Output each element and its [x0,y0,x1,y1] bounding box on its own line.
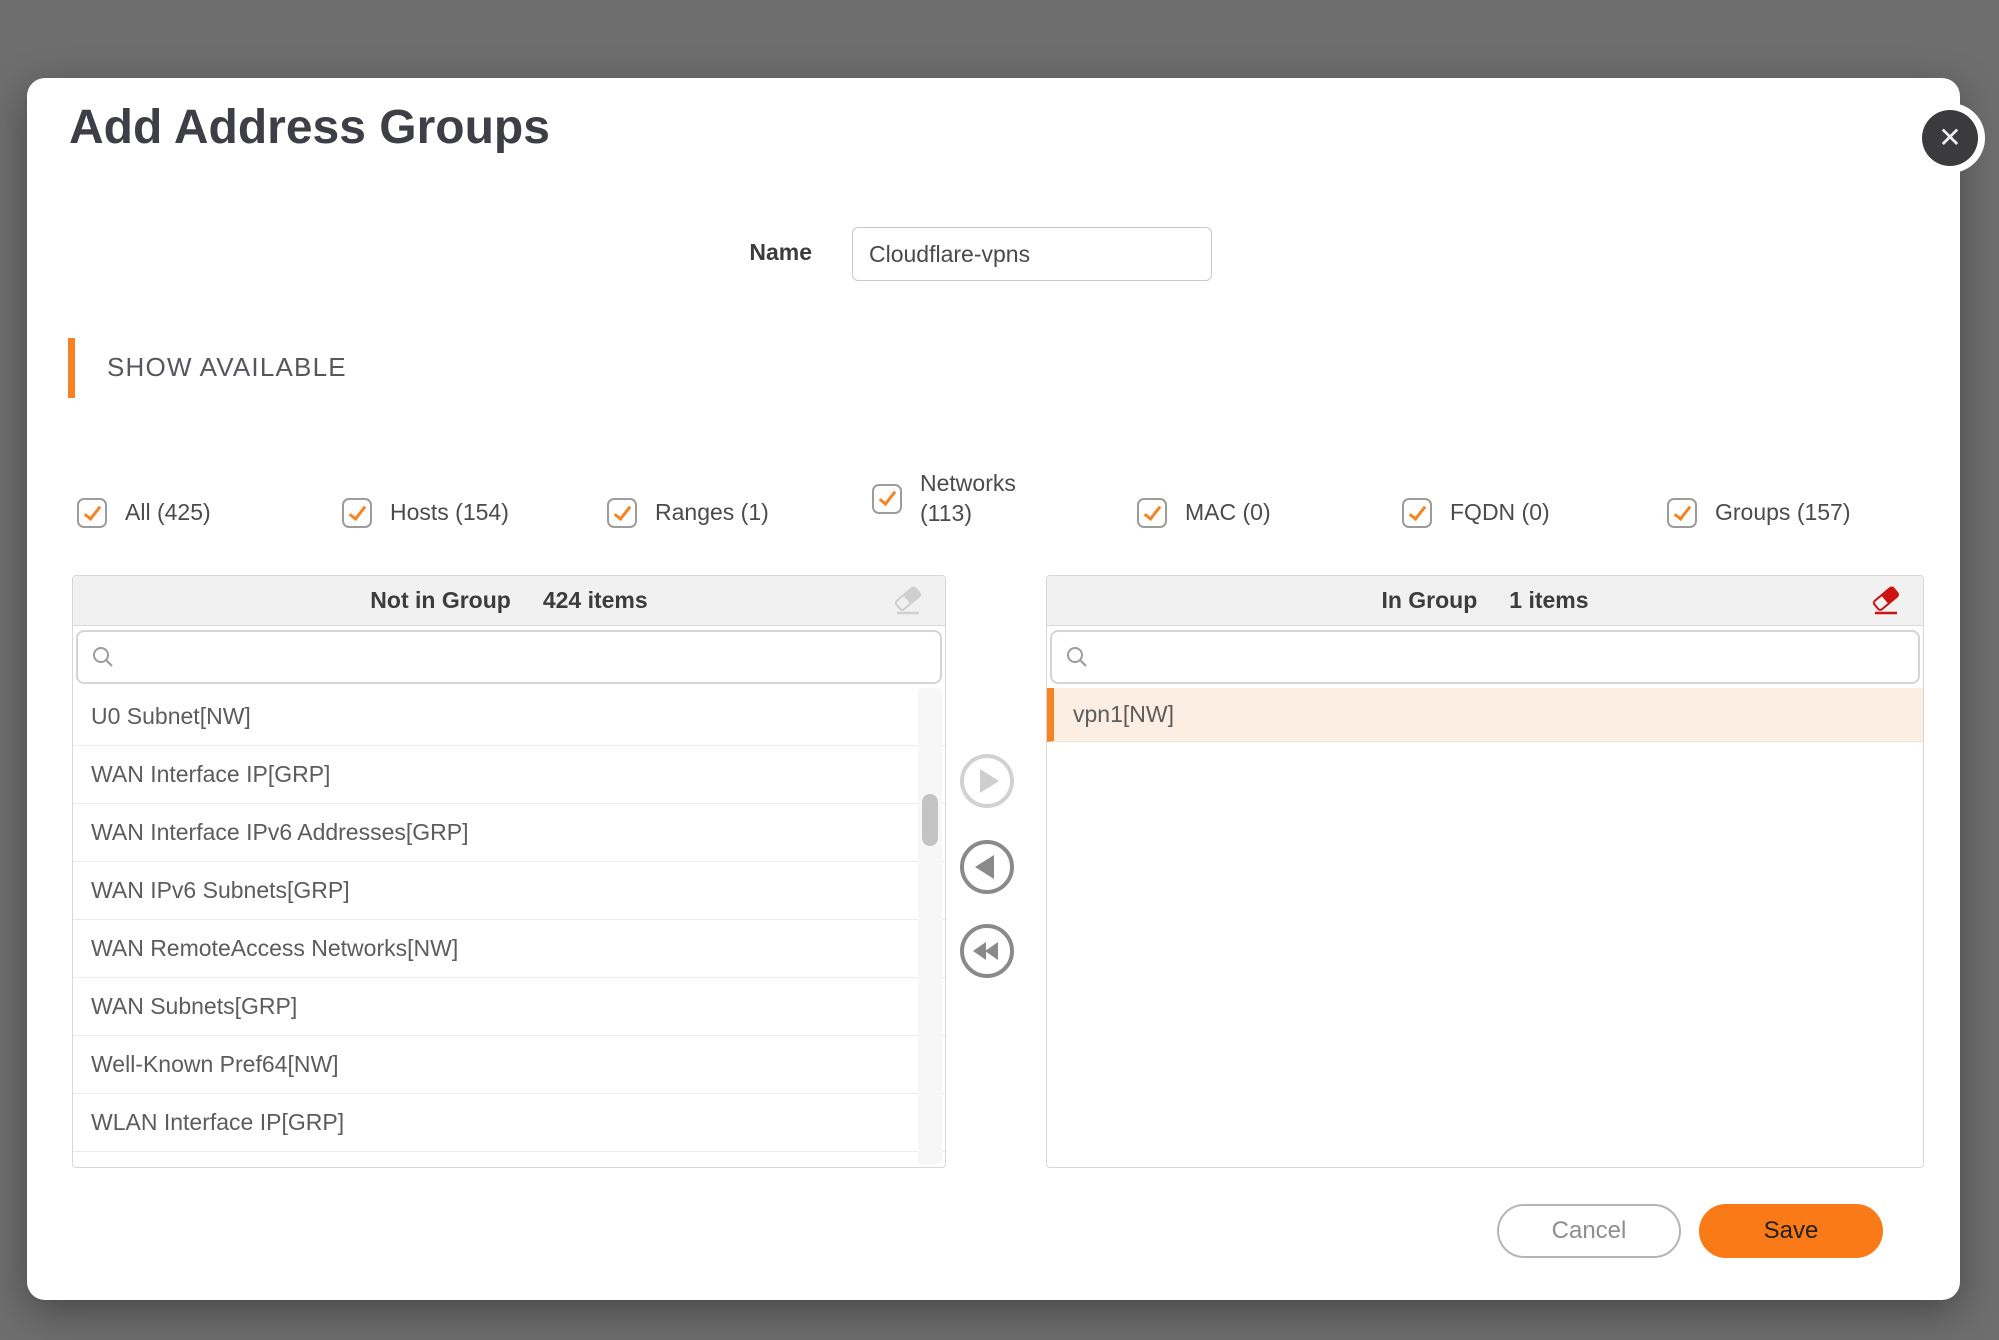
move-all-left-icon [973,942,998,960]
filter-label: Hosts (154) [390,498,509,527]
filter-label: All (425) [125,498,211,527]
not-in-group-panel: Not in Group 424 items [72,575,946,1168]
cancel-button[interactable]: Cancel [1497,1204,1681,1258]
list-item[interactable]: WLAN Interface IP[GRP] [73,1094,945,1152]
section-title: SHOW AVAILABLE [107,352,347,383]
filter-checkbox-item[interactable]: FQDN (0) [1402,498,1667,528]
in-group-search-box [1050,630,1920,684]
checkbox-icon[interactable] [77,498,107,528]
move-all-left-button[interactable] [960,924,1014,978]
filter-checkbox-item[interactable]: MAC (0) [1137,498,1402,528]
checkbox-icon[interactable] [1402,498,1432,528]
checkbox-icon[interactable] [342,498,372,528]
filter-checkbox-item[interactable]: Hosts (154) [342,498,607,528]
in-group-search-input[interactable] [1100,632,1918,682]
search-icon [90,644,116,670]
move-right-icon [980,769,999,793]
filter-row: All (425) Hosts (154) Ranges (1) Network… [77,456,1939,528]
check-mark-icon [348,502,366,521]
in-group-header: In Group 1 items [1047,576,1923,626]
list-item[interactable]: WAN Interface IPv6 Addresses[GRP] [73,804,945,862]
checkbox-icon[interactable] [872,484,902,514]
check-mark-icon [878,487,896,506]
check-mark-icon [83,502,101,521]
in-group-count: 1 items [1509,587,1588,614]
close-icon: ✕ [1922,110,1978,166]
list-item[interactable]: WAN Interface IP[GRP] [73,746,945,804]
checkbox-icon[interactable] [607,498,637,528]
add-address-groups-dialog: Add Address Groups ✕ Name SHOW AVAILABLE… [27,78,1960,1300]
list-item[interactable]: Well-Known Pref64[NW] [73,1036,945,1094]
filter-label: MAC (0) [1185,498,1271,527]
search-icon [1064,644,1090,670]
close-button[interactable]: ✕ [1915,103,1985,173]
list-item[interactable]: WAN Subnets[GRP] [73,978,945,1036]
save-button[interactable]: Save [1699,1204,1883,1258]
eraser-icon [1869,584,1903,618]
list-item[interactable]: WAN RemoteAccess Networks[NW] [73,920,945,978]
in-group-panel: In Group 1 items [1046,575,1924,1168]
filter-label: Ranges (1) [655,498,769,527]
check-mark-icon [1143,502,1161,521]
move-left-button[interactable] [960,840,1014,894]
in-group-list: vpn1[NW] [1047,688,1923,1167]
dialog-title: Add Address Groups [69,100,550,155]
filter-checkbox-item[interactable]: Networks (113) [872,469,1137,528]
not-in-group-search-input[interactable] [126,632,940,682]
selected-group-member[interactable]: vpn1[NW] [1047,688,1923,742]
filter-checkbox-item[interactable]: All (425) [77,498,342,528]
filter-checkbox-item[interactable]: Groups (157) [1667,498,1932,528]
filter-checkbox-item[interactable]: Ranges (1) [607,498,872,528]
filter-label: FQDN (0) [1450,498,1550,527]
move-left-icon [975,855,994,879]
not-in-group-list: U0 Subnet[NW] WAN Interface IP[GRP] WAN … [73,688,945,1167]
check-mark-icon [1408,502,1426,521]
name-input[interactable] [852,227,1212,281]
not-in-group-count: 424 items [543,587,648,614]
name-label: Name [687,239,812,266]
section-accent-bar [68,338,75,398]
scrollbar-track [918,688,942,1164]
check-mark-icon [613,502,631,521]
eraser-icon [891,584,925,618]
move-right-button[interactable] [960,754,1014,808]
clear-in-group-button[interactable] [1867,582,1905,620]
checkbox-icon[interactable] [1137,498,1167,528]
not-in-group-header: Not in Group 424 items [73,576,945,626]
check-mark-icon [1673,502,1691,521]
in-group-title: In Group [1381,587,1477,614]
clear-not-in-group-button[interactable] [889,582,927,620]
checkbox-icon[interactable] [1667,498,1697,528]
not-in-group-search-box [76,630,942,684]
list-item[interactable]: WAN IPv6 Subnets[GRP] [73,862,945,920]
list-item[interactable]: U0 Subnet[NW] [73,688,945,746]
filter-label: Groups (157) [1715,498,1851,527]
filter-label: Networks (113) [920,469,1016,528]
scrollbar-thumb[interactable] [922,794,938,846]
not-in-group-title: Not in Group [370,587,511,614]
